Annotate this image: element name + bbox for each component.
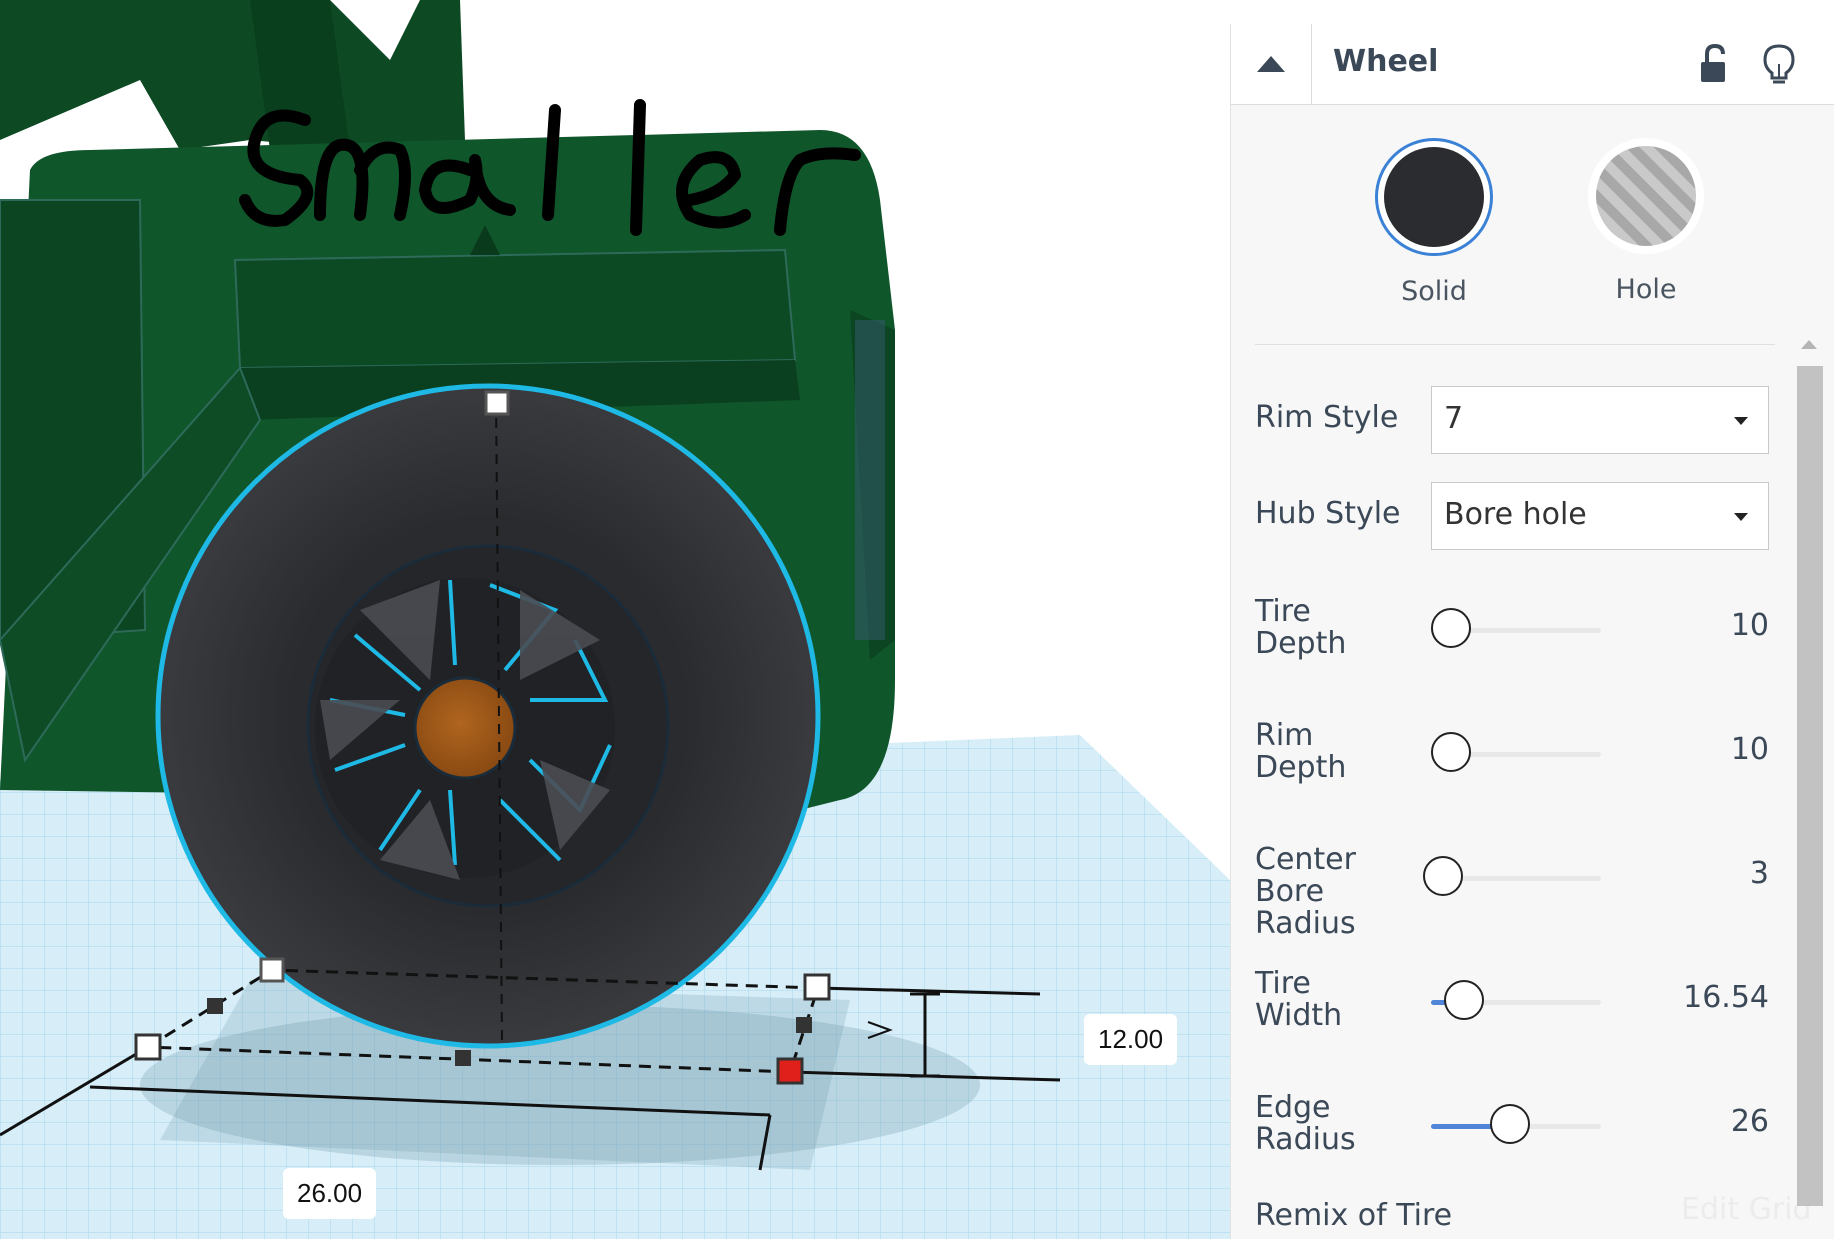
- solid-label: Solid: [1401, 276, 1467, 307]
- inspector-header: Wheel: [1231, 24, 1834, 105]
- hub-style-value: Bore hole: [1444, 497, 1587, 532]
- corner-handle-active[interactable]: [776, 1057, 804, 1085]
- hub-style-select[interactable]: Bore hole: [1431, 482, 1769, 550]
- edge-radius-slider[interactable]: [1431, 1104, 1601, 1144]
- remix-of-tire-link[interactable]: Remix of Tire: [1255, 1200, 1555, 1232]
- slider-thumb[interactable]: [1489, 1104, 1530, 1144]
- width-dimension-label[interactable]: 26.00: [283, 1168, 377, 1219]
- tire-depth-slider[interactable]: [1431, 608, 1601, 648]
- hole-swatch[interactable]: [1588, 138, 1704, 254]
- collapse-panel-button[interactable]: [1231, 24, 1312, 104]
- wheel-object[interactable]: [155, 383, 821, 1049]
- hole-label: Hole: [1615, 274, 1677, 305]
- slider-thumb[interactable]: [1444, 980, 1484, 1020]
- lightbulb-icon[interactable]: [1755, 40, 1803, 88]
- rim-depth-slider[interactable]: [1431, 732, 1601, 772]
- tire-width-slider[interactable]: [1431, 980, 1601, 1020]
- edge-handle[interactable]: [796, 1017, 812, 1033]
- center-bore-radius-value[interactable]: 3: [1629, 856, 1769, 891]
- edge-handle[interactable]: [455, 1050, 471, 1066]
- tire-width-value[interactable]: 16.54: [1629, 980, 1769, 1015]
- solid-option[interactable]: Solid: [1364, 138, 1504, 307]
- lock-icon[interactable]: [1691, 40, 1739, 88]
- edge-radius-value[interactable]: 26: [1629, 1104, 1769, 1139]
- shape-inspector-panel: Wheel Solid Hole Rim Style 7 Hub Style B…: [1230, 24, 1834, 1239]
- edge-radius-label: Edge Radius: [1255, 1090, 1356, 1157]
- tire-depth-label: Tire Depth: [1255, 594, 1347, 661]
- corner-handle[interactable]: [803, 973, 831, 1001]
- slider-thumb[interactable]: [1431, 732, 1471, 772]
- hub-style-label: Hub Style: [1255, 496, 1401, 531]
- corner-handle[interactable]: [259, 957, 285, 983]
- center-bore-radius-slider[interactable]: [1423, 856, 1601, 896]
- solid-swatch[interactable]: [1375, 138, 1493, 256]
- caret-down-icon: [1734, 417, 1748, 425]
- caret-down-icon: [1734, 513, 1748, 521]
- corner-handle[interactable]: [134, 1033, 162, 1061]
- hole-option[interactable]: Hole: [1576, 138, 1716, 305]
- rim-style-select[interactable]: 7: [1431, 386, 1769, 454]
- tire-width-label: Tire Width: [1255, 966, 1343, 1033]
- tire-depth-value[interactable]: 10: [1629, 608, 1769, 643]
- panel-scrollbar[interactable]: [1789, 330, 1829, 1230]
- divider: [1255, 344, 1775, 345]
- inspector-title: Wheel: [1333, 44, 1439, 79]
- striped-hole-icon: [1596, 146, 1696, 246]
- center-bore-radius-label: Center Bore Radius: [1255, 842, 1356, 941]
- slider-thumb[interactable]: [1423, 856, 1463, 896]
- slider-thumb[interactable]: [1431, 608, 1471, 648]
- rim-depth-value[interactable]: 10: [1629, 732, 1769, 767]
- edge-handle[interactable]: [207, 998, 223, 1014]
- rim-depth-label: Rim Depth: [1255, 718, 1347, 785]
- rim-style-label: Rim Style: [1255, 400, 1399, 435]
- chevron-up-icon: [1257, 56, 1285, 72]
- scroll-up-arrow-icon[interactable]: [1801, 340, 1817, 349]
- scrollbar-thumb[interactable]: [1797, 366, 1823, 1206]
- rim-style-value: 7: [1444, 401, 1464, 436]
- height-handle[interactable]: [484, 390, 510, 416]
- height-dimension-label[interactable]: 12.00: [1084, 1014, 1178, 1065]
